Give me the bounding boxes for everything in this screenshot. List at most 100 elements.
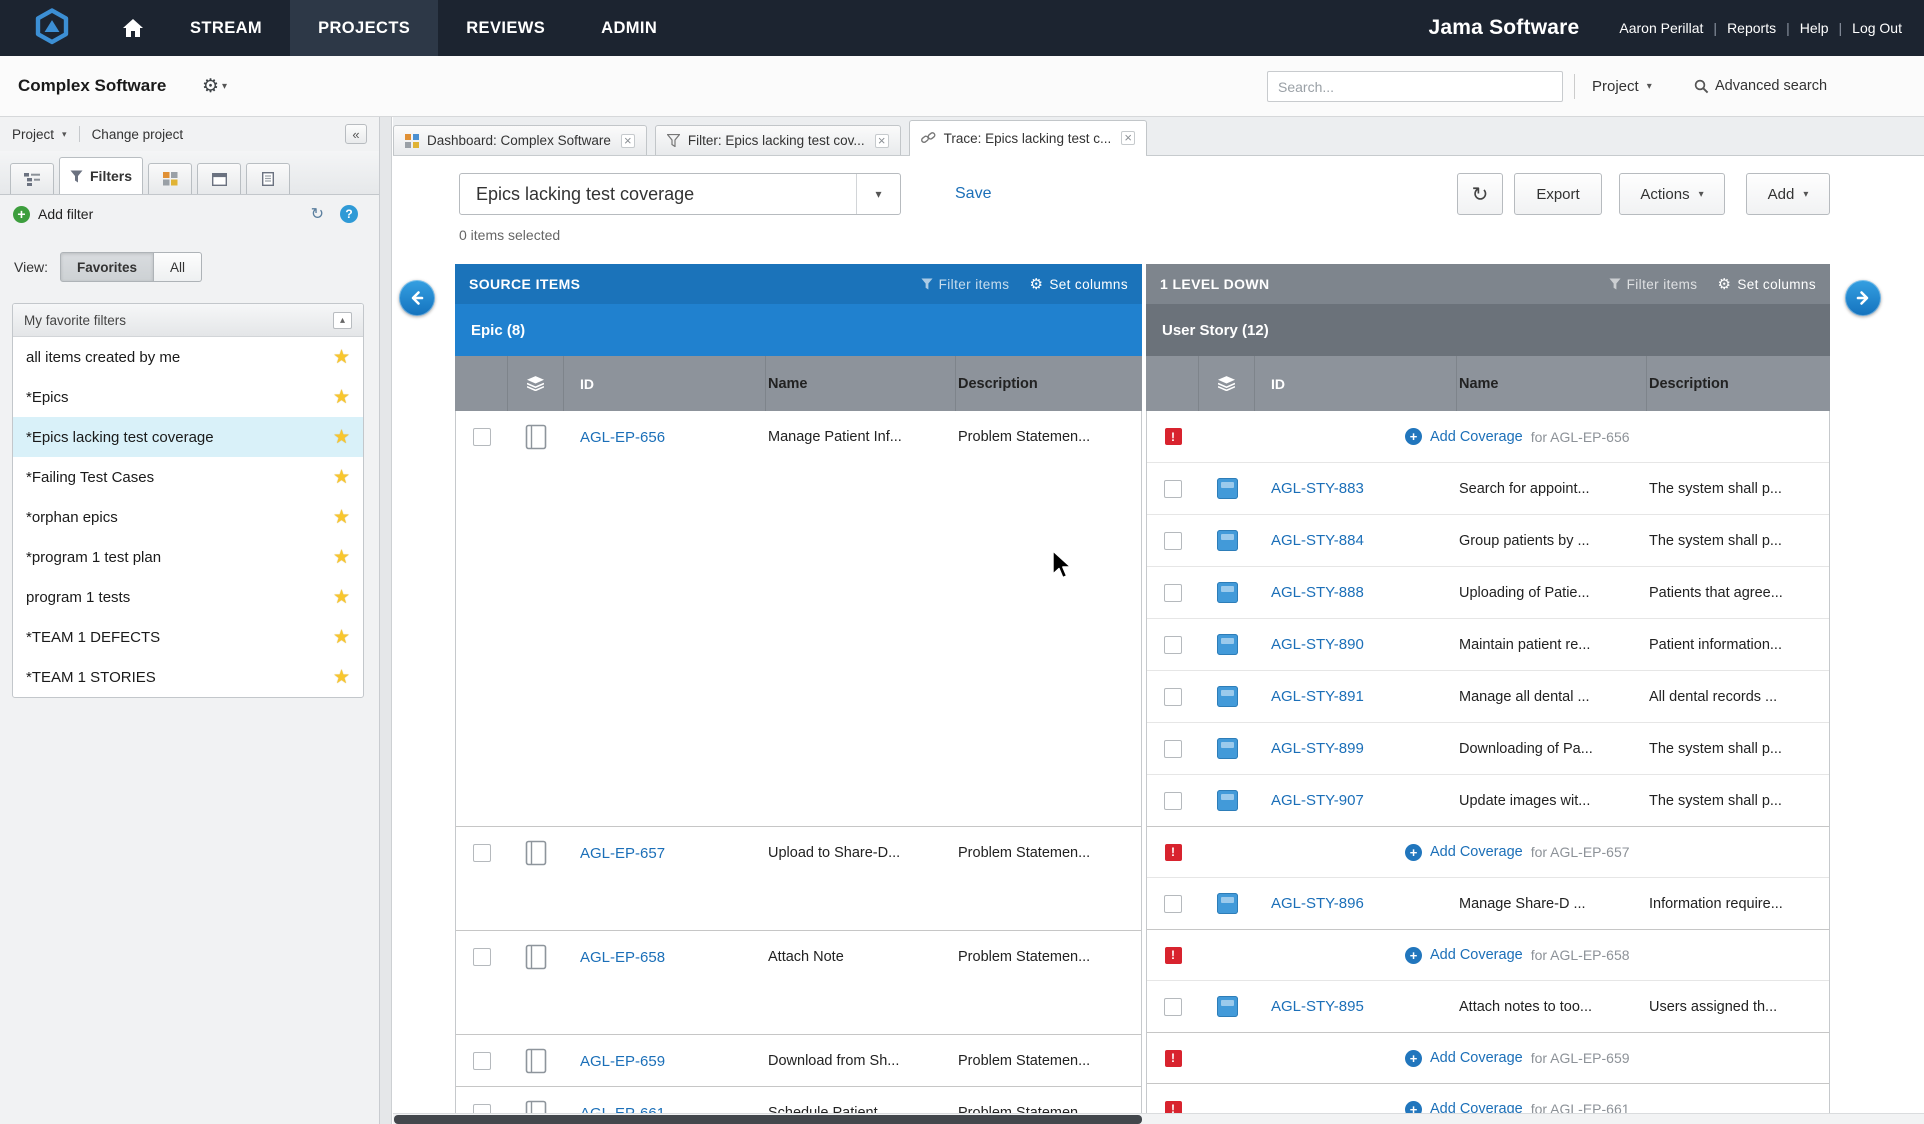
favorite-star-icon[interactable]: ★ xyxy=(333,666,350,689)
user-menu[interactable]: Aaron Perillat xyxy=(1619,20,1703,36)
filter-items-button[interactable]: Filter items xyxy=(1609,277,1698,292)
tab-dashboard[interactable]: Dashboard: Complex Software × xyxy=(393,125,647,155)
item-id-link[interactable]: AGL-EP-658 xyxy=(580,949,665,966)
filter-list-item[interactable]: *TEAM 1 STORIES ★ xyxy=(13,657,363,697)
tab-views[interactable] xyxy=(197,163,241,194)
refresh-icon[interactable]: ↻ xyxy=(311,204,324,224)
column-header-id[interactable]: ID xyxy=(1254,356,1456,411)
refresh-button[interactable]: ↻ xyxy=(1457,173,1503,215)
item-id-link[interactable]: AGL-EP-659 xyxy=(580,1053,665,1070)
row-checkbox[interactable] xyxy=(473,844,491,862)
add-filter-button[interactable]: Add filter xyxy=(38,206,93,222)
help-link[interactable]: Help xyxy=(1800,20,1829,36)
save-button[interactable]: Save xyxy=(955,173,991,215)
row-checkbox[interactable] xyxy=(1164,792,1182,810)
table-row[interactable]: AGL-STY-896 Manage Share-D ... Informati… xyxy=(1147,878,1829,930)
table-row[interactable]: AGL-STY-890 Maintain patient re... Patie… xyxy=(1147,619,1829,671)
table-row[interactable]: AGL-STY-888 Uploading of Patie... Patien… xyxy=(1147,567,1829,619)
row-checkbox[interactable] xyxy=(473,428,491,446)
row-checkbox[interactable] xyxy=(473,1052,491,1070)
close-icon[interactable]: × xyxy=(1121,131,1135,145)
project-selector[interactable]: Project xyxy=(12,127,54,142)
favorite-star-icon[interactable]: ★ xyxy=(333,506,350,529)
row-checkbox[interactable] xyxy=(1164,895,1182,913)
item-id-link[interactable]: AGL-EP-656 xyxy=(580,429,665,446)
nav-admin[interactable]: ADMIN xyxy=(573,0,685,56)
favorite-star-icon[interactable]: ★ xyxy=(333,386,350,409)
saved-filter-dropdown[interactable]: Epics lacking test coverage ▾ xyxy=(459,173,901,215)
table-row[interactable]: AGL-STY-895 Attach notes to too... Users… xyxy=(1147,981,1829,1033)
tab-explorer[interactable] xyxy=(10,163,54,194)
item-id-link[interactable]: AGL-STY-888 xyxy=(1271,584,1364,601)
close-icon[interactable]: × xyxy=(875,134,889,148)
column-header-name[interactable]: Name xyxy=(1456,356,1646,411)
column-header-description[interactable]: Description xyxy=(955,356,1142,411)
column-header-name[interactable]: Name xyxy=(765,356,955,411)
favorite-star-icon[interactable]: ★ xyxy=(333,626,350,649)
actions-button[interactable]: Actions ▾ xyxy=(1619,173,1725,215)
set-columns-button[interactable]: ⚙ Set columns xyxy=(1717,275,1816,293)
table-row[interactable]: AGL-STY-899 Downloading of Pa... The sys… xyxy=(1147,723,1829,775)
logout-link[interactable]: Log Out xyxy=(1852,20,1902,36)
nav-projects[interactable]: PROJECTS xyxy=(290,0,438,56)
collapse-sidebar-button[interactable]: « xyxy=(345,124,367,144)
item-id-link[interactable]: AGL-STY-890 xyxy=(1271,636,1364,653)
info-icon[interactable]: ? xyxy=(340,205,358,223)
filter-list-item[interactable]: *orphan epics ★ xyxy=(13,497,363,537)
filter-list-item[interactable]: *TEAM 1 DEFECTS ★ xyxy=(13,617,363,657)
table-row[interactable]: AGL-EP-658 Attach Note Problem Statemen.… xyxy=(456,931,1141,983)
reports-link[interactable]: Reports xyxy=(1727,20,1776,36)
filter-list-item-selected[interactable]: *Epics lacking test coverage ★ xyxy=(13,417,363,457)
table-row[interactable]: AGL-STY-907 Update images wit... The sys… xyxy=(1147,775,1829,827)
tab-coverage-grid[interactable] xyxy=(148,163,192,194)
favorite-star-icon[interactable]: ★ xyxy=(333,426,350,449)
item-id-link[interactable]: AGL-STY-895 xyxy=(1271,998,1364,1015)
add-button[interactable]: Add ▾ xyxy=(1746,173,1830,215)
item-id-link[interactable]: AGL-STY-907 xyxy=(1271,792,1364,809)
tab-trace[interactable]: Trace: Epics lacking test c... × xyxy=(909,120,1148,155)
close-icon[interactable]: × xyxy=(621,134,635,148)
filter-list-item[interactable]: program 1 tests ★ xyxy=(13,577,363,617)
row-checkbox[interactable] xyxy=(473,948,491,966)
favorites-toggle-button[interactable]: Favorites xyxy=(60,252,154,282)
nav-stream[interactable]: STREAM xyxy=(162,0,290,56)
row-checkbox[interactable] xyxy=(1164,998,1182,1016)
export-button[interactable]: Export xyxy=(1514,173,1602,215)
favorite-star-icon[interactable]: ★ xyxy=(333,586,350,609)
add-coverage-link[interactable]: Add Coverage xyxy=(1430,1050,1523,1066)
tab-documents[interactable] xyxy=(246,163,290,194)
add-coverage-link[interactable]: Add Coverage xyxy=(1430,844,1523,860)
column-header-id[interactable]: ID xyxy=(563,356,765,411)
set-columns-button[interactable]: ⚙ Set columns xyxy=(1029,275,1128,293)
advanced-search-link[interactable]: Advanced search xyxy=(1694,56,1827,116)
filter-list-item[interactable]: *Failing Test Cases ★ xyxy=(13,457,363,497)
home-icon[interactable] xyxy=(104,0,162,56)
add-coverage-link[interactable]: Add Coverage xyxy=(1430,947,1523,963)
sidebar-splitter[interactable] xyxy=(380,117,392,1124)
search-scope-dropdown[interactable]: Project ▾ xyxy=(1592,56,1652,116)
item-id-link[interactable]: AGL-EP-657 xyxy=(580,845,665,862)
table-row[interactable]: AGL-EP-656 Manage Patient Inf... Problem… xyxy=(456,411,1141,463)
all-toggle-button[interactable]: All xyxy=(154,252,202,282)
add-coverage-link[interactable]: Add Coverage xyxy=(1430,429,1523,445)
favorite-star-icon[interactable]: ★ xyxy=(333,546,350,569)
nav-reviews[interactable]: REVIEWS xyxy=(438,0,573,56)
item-id-link[interactable]: AGL-STY-884 xyxy=(1271,532,1364,549)
horizontal-scrollbar[interactable] xyxy=(393,1113,1924,1124)
previous-page-button[interactable] xyxy=(399,280,435,316)
row-checkbox[interactable] xyxy=(1164,688,1182,706)
column-header-description[interactable]: Description xyxy=(1646,356,1830,411)
project-settings-button[interactable]: ⚙ ▾ xyxy=(202,56,227,116)
jama-logo[interactable] xyxy=(0,0,104,56)
item-id-link[interactable]: AGL-STY-883 xyxy=(1271,480,1364,497)
table-row[interactable]: AGL-STY-884 Group patients by ... The sy… xyxy=(1147,515,1829,567)
table-row[interactable]: AGL-STY-883 Search for appoint... The sy… xyxy=(1147,463,1829,515)
row-checkbox[interactable] xyxy=(1164,584,1182,602)
row-checkbox[interactable] xyxy=(1164,636,1182,654)
item-id-link[interactable]: AGL-STY-891 xyxy=(1271,688,1364,705)
change-project-link[interactable]: Change project xyxy=(92,127,184,142)
next-page-button[interactable] xyxy=(1845,280,1881,316)
scrollbar-thumb[interactable] xyxy=(394,1115,1142,1124)
row-checkbox[interactable] xyxy=(1164,532,1182,550)
filter-list-item[interactable]: all items created by me ★ xyxy=(13,337,363,377)
